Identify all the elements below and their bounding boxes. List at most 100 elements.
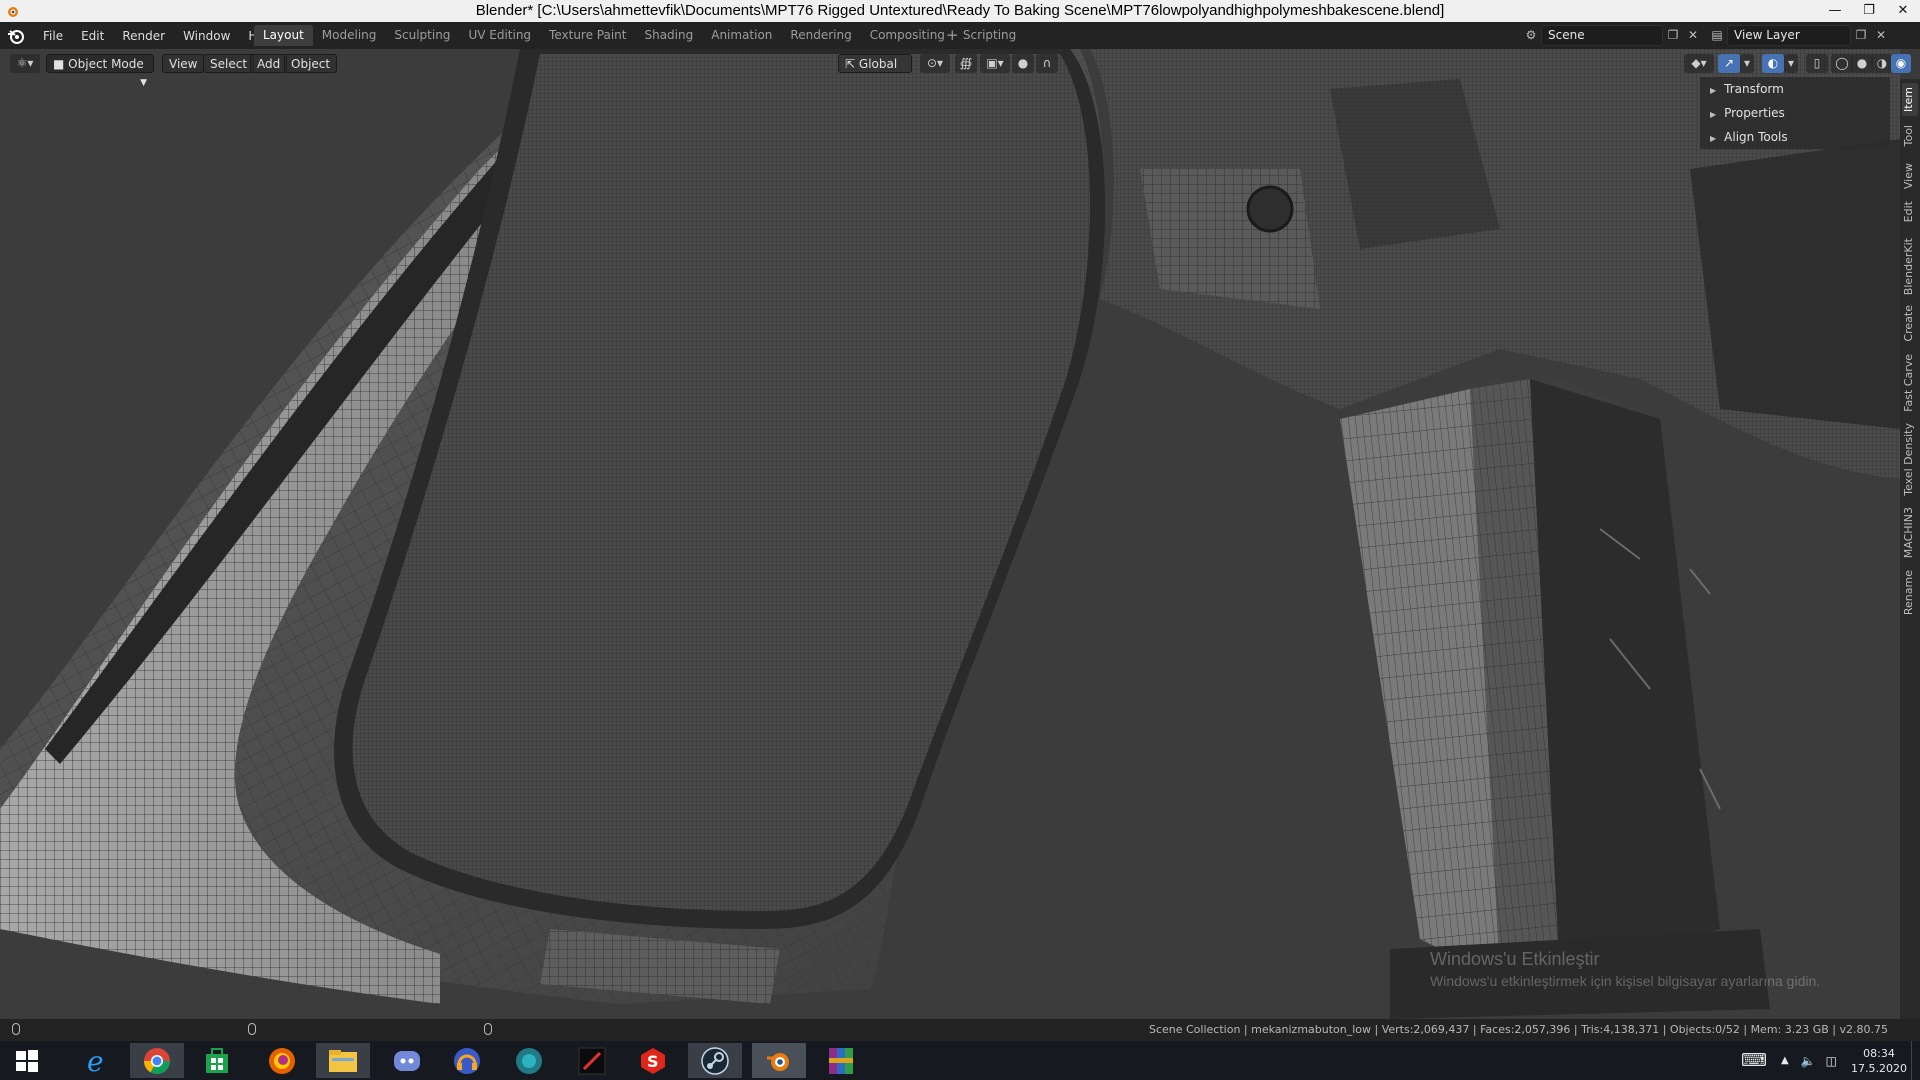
add-workspace-button[interactable]: + [946,26,959,44]
new-scene-icon[interactable]: ❐ [1663,26,1683,45]
viewport-header: ⚛▾ ■ Object Mode ▼ View Select Add Objec… [0,49,1920,88]
3d-viewport[interactable]: Windows'u Etkinleştir Windows'u etkinleş… [0,49,1900,1019]
sidebar-tab-edit[interactable]: Edit [1902,197,1918,226]
editor-type-icon[interactable]: ⚛▾ [10,54,40,73]
tab-texture-paint[interactable]: Texture Paint [540,25,635,46]
sidebar-tab-blenderkit[interactable]: BlenderKit [1902,234,1918,299]
new-view-layer-icon[interactable]: ❐ [1851,26,1871,45]
firefox-icon[interactable] [255,1043,309,1078]
tab-shading[interactable]: Shading [635,25,702,46]
pistol-grip-mesh[interactable] [0,49,1106,1004]
close-icon[interactable]: ✕ [1886,0,1920,22]
window-titlebar: Blender* [C:\Users\ahmettevfik\Documents… [0,0,1920,22]
tab-compositing[interactable]: Compositing [861,25,954,46]
steam-icon[interactable] [688,1043,742,1078]
blender-menu-icon[interactable] [6,26,26,46]
mouse-middle-icon [248,1023,256,1038]
pivot-point-icon[interactable]: ⊙▾ [920,54,950,73]
panel-align-tools-label: Align Tools [1724,130,1788,144]
menu-edit[interactable]: Edit [72,29,113,43]
viewport-canvas [0,49,1900,1019]
gizmo-toggle-icon[interactable]: ↗ [1718,54,1740,73]
wireframe-shading-icon[interactable]: ◯ [1831,54,1853,73]
keyboard-icon[interactable]: ⌨ [1741,1050,1767,1071]
minimize-icon[interactable]: — [1818,0,1852,22]
volume-icon[interactable]: 🔈 [1801,1054,1816,1068]
mouse-right-icon [484,1023,492,1038]
discord-icon[interactable] [380,1043,434,1078]
menu-view[interactable]: View [162,54,205,73]
show-desktop-button[interactable] [1911,1041,1920,1080]
delete-view-layer-icon[interactable]: ✕ [1871,26,1891,45]
clock[interactable]: 08:34 17.5.2020 [1847,1046,1911,1076]
snap-toggle-icon[interactable]: ∰ [955,54,977,73]
file-explorer-icon[interactable] [316,1043,370,1078]
sidebar-tab-fast-carve[interactable]: Fast Carve [1902,350,1918,416]
tray-expand-icon[interactable]: ▲ [1781,1055,1789,1066]
windows-start-icon[interactable] [0,1043,54,1078]
tab-uv-editing[interactable]: UV Editing [459,25,540,46]
panel-properties[interactable]: ▶ Properties [1700,101,1890,125]
sidebar-tab-machin3[interactable]: MACHIN3 [1902,503,1918,562]
view-layer-icon[interactable]: ▤ [1707,26,1727,45]
menu-add[interactable]: Add [250,54,288,73]
expand-arrow-icon: ▶ [1710,86,1717,95]
sidebar-tab-view[interactable]: View [1902,159,1918,193]
falloff-icon[interactable]: ∩ [1036,54,1058,73]
overlays-toggle-icon[interactable]: ◐ [1762,54,1784,73]
tab-layout[interactable]: Layout [254,25,313,46]
overlays-dropdown-icon[interactable]: ▾ [1784,54,1798,73]
rendered-shading-icon[interactable]: ◉ [1891,54,1911,73]
tab-rendering[interactable]: Rendering [781,25,860,46]
topbar: File Edit Render Window Help Layout Mode… [0,22,1920,49]
panel-align-tools[interactable]: ▶ Align Tools [1700,125,1890,149]
tab-sculpting[interactable]: Sculpting [385,25,459,46]
store-icon[interactable] [190,1043,244,1078]
xray-toggle-icon[interactable]: ▯ [1806,54,1828,73]
tab-scripting[interactable]: Scripting [954,25,1025,46]
sidebar-tab-item[interactable]: Item [1902,83,1918,117]
snap-target-icon[interactable]: ▣▾ [980,54,1010,73]
black-app-icon[interactable] [565,1043,619,1078]
chevron-down-icon: ▼ [140,78,147,88]
delete-scene-icon[interactable]: ✕ [1683,26,1703,45]
mouse-left-icon [12,1023,20,1038]
gizmo-dropdown-icon[interactable]: ▾ [1740,54,1754,73]
transform-orientation-dropdown[interactable]: ⇱ Global [838,54,912,73]
panel-transform[interactable]: ▶ Transform [1700,77,1890,101]
internet-explorer-icon[interactable]: e [70,1043,124,1078]
sidebar-tab-create[interactable]: Create [1902,301,1918,346]
expand-arrow-icon: ▶ [1710,110,1717,119]
restore-icon[interactable]: ❐ [1852,0,1886,22]
orientation-icon: ⇱ [845,57,856,71]
material-shading-icon[interactable]: ◑ [1871,54,1893,73]
scene-field[interactable]: Scene [1541,25,1663,46]
menu-file[interactable]: File [34,29,72,43]
sidebar-tabs: Item Tool View Edit BlenderKit Create Fa… [1900,79,1920,1019]
sidebar-tab-rename[interactable]: Rename [1902,566,1918,619]
menu-window[interactable]: Window [174,29,239,43]
mode-dropdown[interactable]: ■ Object Mode ▼ [46,54,154,88]
teal-app-icon[interactable] [502,1043,556,1078]
blender-taskbar-icon[interactable] [752,1043,806,1078]
chrome-icon[interactable] [130,1043,184,1078]
proportional-editing-icon[interactable]: ● [1012,54,1034,73]
sidebar-tab-texel-density[interactable]: Texel Density [1902,419,1918,500]
scene-icon[interactable]: ⚙ [1521,26,1541,45]
menu-render[interactable]: Render [113,29,174,43]
sidebar-tab-tool[interactable]: Tool [1902,121,1918,150]
solid-shading-icon[interactable]: ● [1851,54,1873,73]
tab-animation[interactable]: Animation [702,25,781,46]
visibility-icon[interactable]: ◆▾ [1684,54,1714,73]
panel-transform-label: Transform [1724,82,1784,96]
menu-select[interactable]: Select [203,54,255,73]
panel-properties-label: Properties [1724,106,1785,120]
headset-app-icon[interactable] [440,1043,494,1078]
view-layer-field[interactable]: View Layer [1727,25,1851,46]
magazine-mesh[interactable] [1340,379,1770,1019]
tab-modeling[interactable]: Modeling [313,25,386,46]
winrar-icon[interactable] [814,1043,868,1078]
red-s-app-icon[interactable]: S [626,1043,680,1078]
network-icon[interactable]: ◫ [1826,1054,1837,1068]
menu-object[interactable]: Object [284,54,338,73]
